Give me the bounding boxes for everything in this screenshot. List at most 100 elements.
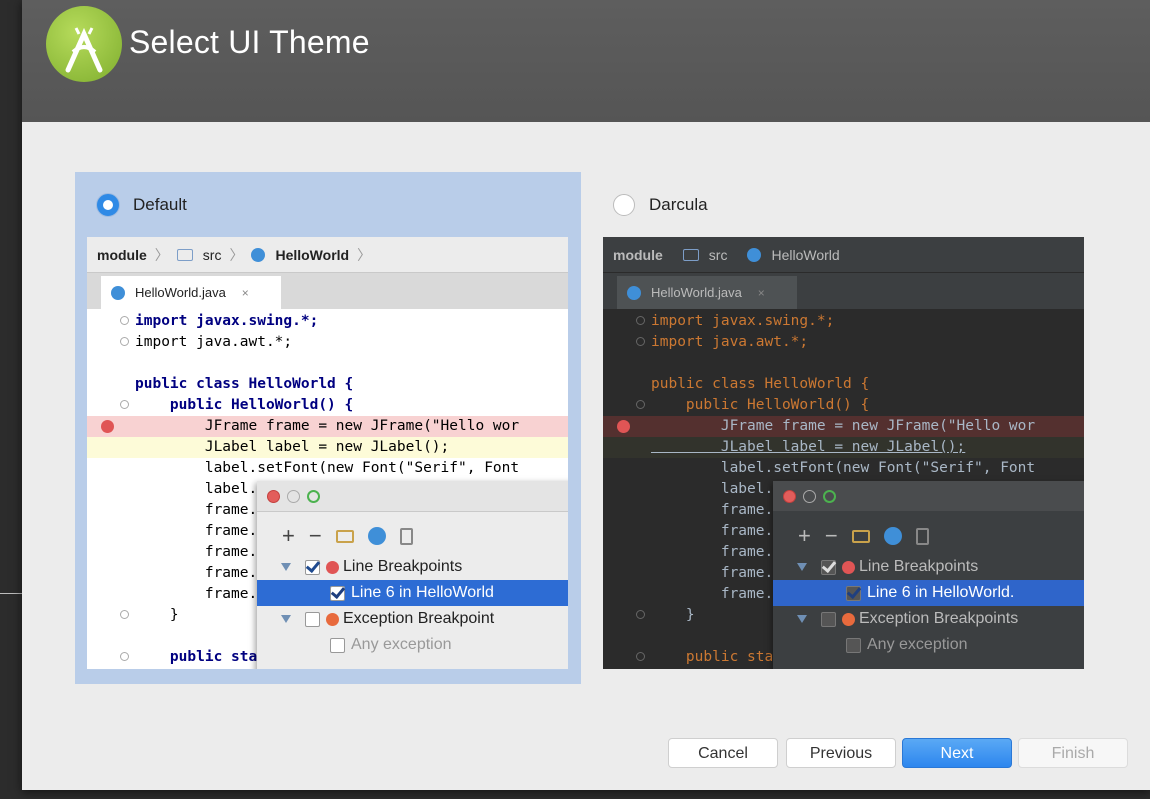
breakpoints-dialog: + − Line Breakpoints Line 6 in HelloWorl… [257,481,568,669]
theme-option-darcula[interactable]: Darcula module src HelloWorld HelloWorld… [591,172,1097,684]
code-text: frame. [651,502,774,518]
breadcrumb: module src HelloWorld [603,237,1084,273]
breakpoint-item: Any exception [257,632,568,658]
editor-tabs: HelloWorld.java × [87,273,568,309]
add-icon: + [282,523,295,548]
class-icon [251,247,266,262]
code-text: label. [135,481,258,497]
code-line: import javax.swing.*; [87,311,568,332]
exception-icon [842,612,855,626]
breakpoint-icon [842,560,855,574]
theme-option-default[interactable]: Default module 〉 src 〉 HelloWorld 〉 Hell… [75,172,581,684]
checkbox-icon [305,559,320,575]
breadcrumb: module 〉 src 〉 HelloWorld 〉 [87,237,568,273]
zoom-window-icon [823,490,836,503]
breakpoint-item-label: Any exception [867,636,968,653]
editor-tab: HelloWorld.java × [101,276,281,309]
previous-button[interactable]: Previous [786,738,896,768]
radio-button-darcula[interactable] [613,194,635,216]
code-text: frame. [651,565,774,581]
tab-label: HelloWorld.java [651,285,742,300]
breakpoint-group-label: Line Breakpoints [859,558,979,575]
breakpoint-item: Any exception [773,632,1084,658]
class-icon [627,285,641,300]
folder-icon [682,248,699,261]
radio-button-default[interactable] [97,194,119,216]
code-text: label.setFont(new Font("Serif", Font [651,460,1036,476]
breadcrumb-separator: 〉 [357,246,372,263]
code-text: public class HelloWorld { [651,376,870,392]
dialog-titlebar [257,481,568,512]
fold-icon [120,652,129,661]
code-line-current: JLabel label = new JLabel(); [603,437,1084,458]
code-text: import javax.swing.*; [135,313,319,329]
breadcrumb-class: HelloWorld [275,246,350,263]
remove-icon: − [308,523,322,548]
dialog-titlebar [773,481,1084,511]
code-text: public sta [651,649,774,665]
code-text: JFrame frame = new JFrame("Hello wor [651,418,1036,434]
document-icon [399,527,413,545]
breadcrumb-module: module [97,246,147,263]
exception-icon [326,612,339,626]
next-button[interactable]: Next [902,738,1012,768]
breakpoint-group-label: Exception Breakpoint [343,610,495,627]
breakpoints-toolbar: + − [798,521,929,551]
breadcrumb-src: src [708,246,728,263]
code-text: frame. [651,586,774,602]
code-text: } [651,607,695,623]
tab-label: HelloWorld.java [135,285,226,300]
checkbox-icon [846,637,861,653]
radio-darcula-row[interactable]: Darcula [613,190,708,220]
breadcrumb-src: src [202,246,222,263]
checkbox-icon [846,585,861,601]
radio-default-row[interactable]: Default [97,190,187,220]
fold-icon [636,337,645,346]
add-icon: + [798,523,811,548]
folder-icon [335,529,354,543]
editor-tab: HelloWorld.java × [617,276,797,309]
breakpoint-group: Exception Breakpoints [773,606,1084,632]
code-line: import java.awt.*; [87,332,568,353]
code-text: import java.awt.*; [651,334,809,350]
radio-label-default[interactable]: Default [133,195,187,215]
code-line: label.setFont(new Font("Serif", Font [603,458,1084,479]
breakpoint-group: Line Breakpoints [773,554,1084,580]
fold-icon [120,316,129,325]
breakpoint-group: Exception Breakpoint [257,606,568,632]
code-line: import javax.swing.*; [603,311,1084,332]
checkbox-icon [330,585,345,601]
breakpoint-item-label: Line 6 in HelloWorld [351,584,494,601]
code-line-breakpoint: JFrame frame = new JFrame("Hello wor [603,416,1084,437]
cancel-button[interactable]: Cancel [668,738,778,768]
android-studio-logo [46,6,122,82]
code-text: public class HelloWorld { [135,376,354,392]
minimize-window-icon [287,490,300,503]
zoom-window-icon [307,490,320,503]
code-text: label. [651,481,774,497]
radio-label-darcula[interactable]: Darcula [649,195,708,215]
class-icon [367,527,386,545]
checkbox-icon [821,611,836,627]
code-text: import javax.swing.*; [651,313,835,329]
breakpoint-group: Line Breakpoints [257,554,568,580]
backdrop-divider [0,593,22,594]
code-line: public HelloWorld() { [603,395,1084,416]
dialog-header: Select UI Theme [22,0,1150,122]
finish-button[interactable]: Finish [1018,738,1128,768]
code-line: label.setFont(new Font("Serif", Font [87,458,568,479]
code-text: JLabel label = new JLabel(); [651,439,966,455]
folder-icon [851,529,870,543]
breadcrumb-separator: 〉 [154,246,169,263]
breakpoint-group-label: Line Breakpoints [343,558,463,575]
code-text: } [135,607,179,623]
breakpoint-item-selected: Line 6 in HelloWorld [257,580,568,606]
fold-icon [636,610,645,619]
class-icon [111,285,125,300]
code-text: frame. [135,502,258,518]
breakpoints-dialog: + − Line Breakpoints Line 6 in HelloWorl… [773,481,1084,669]
checkbox-icon [821,559,836,575]
code-text: public HelloWorld() { [651,397,870,413]
preview-darcula: module src HelloWorld HelloWorld.java × … [603,237,1084,669]
